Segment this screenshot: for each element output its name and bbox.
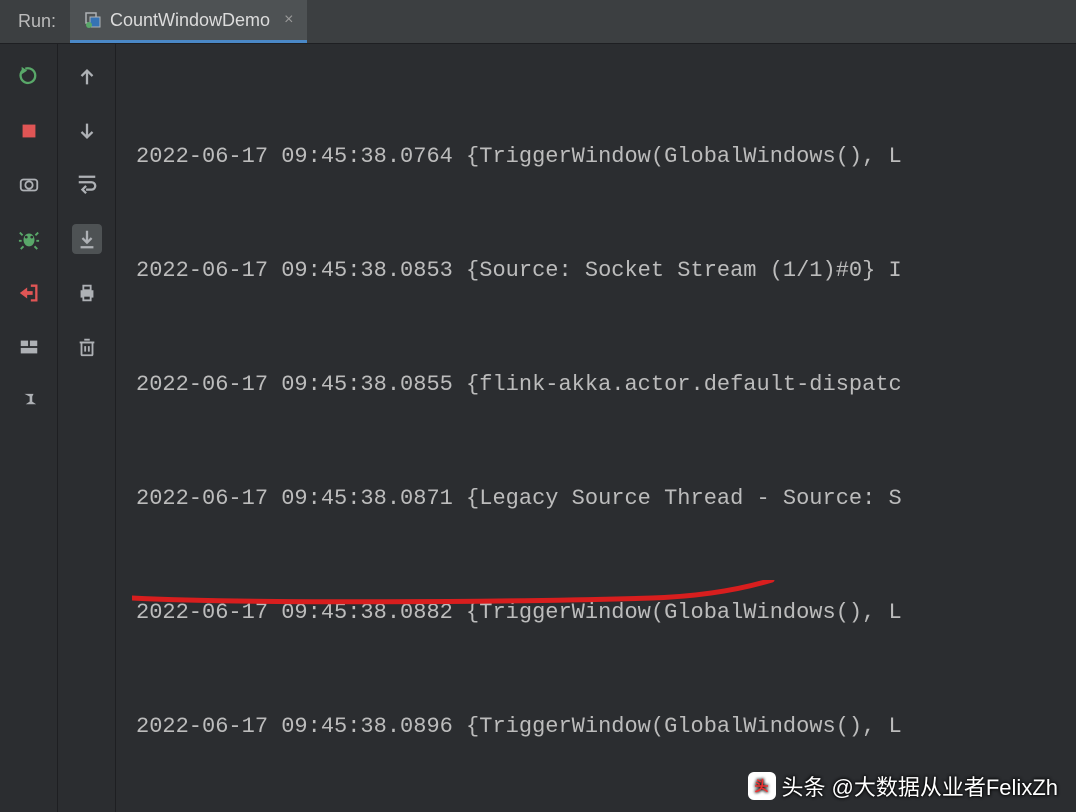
up-button[interactable] [72, 62, 102, 92]
console-line: 2022-06-17 09:45:38.0853 {Source: Socket… [136, 252, 1076, 290]
toutiao-logo-icon: 头 [748, 772, 776, 800]
watermark-user: @大数据从业者FelixZh [832, 770, 1058, 802]
exit-button[interactable] [14, 278, 44, 308]
watermark: 头 头条 @大数据从业者FelixZh [748, 770, 1058, 802]
layout-button[interactable] [14, 332, 44, 362]
console-line: 2022-06-17 09:45:38.0882 {TriggerWindow(… [136, 594, 1076, 632]
pin-button[interactable] [14, 386, 44, 416]
console-line: 2022-06-17 09:45:38.0896 {TriggerWindow(… [136, 708, 1076, 746]
left-toolbar-secondary [58, 44, 116, 812]
console-line: 2022-06-17 09:45:38.0871 {Legacy Source … [136, 480, 1076, 518]
left-toolbar-primary [0, 44, 58, 812]
rerun-button[interactable] [14, 62, 44, 92]
scroll-to-end-button[interactable] [72, 224, 102, 254]
dump-threads-button[interactable] [14, 170, 44, 200]
application-icon [84, 11, 102, 29]
run-label: Run: [0, 11, 70, 32]
tab-title: CountWindowDemo [110, 10, 270, 31]
debug-button[interactable] [14, 224, 44, 254]
clear-button[interactable] [72, 332, 102, 362]
stop-button[interactable] [14, 116, 44, 146]
print-button[interactable] [72, 278, 102, 308]
close-icon[interactable]: × [284, 11, 293, 29]
console-line: 2022-06-17 09:45:38.0764 {TriggerWindow(… [136, 138, 1076, 176]
run-toolwindow-header: Run: CountWindowDemo × [0, 0, 1076, 44]
run-toolwindow-body: 2022-06-17 09:45:38.0764 {TriggerWindow(… [0, 44, 1076, 812]
watermark-prefix: 头条 [782, 770, 826, 802]
run-tab[interactable]: CountWindowDemo × [70, 0, 307, 43]
console-output[interactable]: 2022-06-17 09:45:38.0764 {TriggerWindow(… [116, 44, 1076, 812]
soft-wrap-button[interactable] [72, 170, 102, 200]
down-button[interactable] [72, 116, 102, 146]
console-line: 2022-06-17 09:45:38.0855 {flink-akka.act… [136, 366, 1076, 404]
